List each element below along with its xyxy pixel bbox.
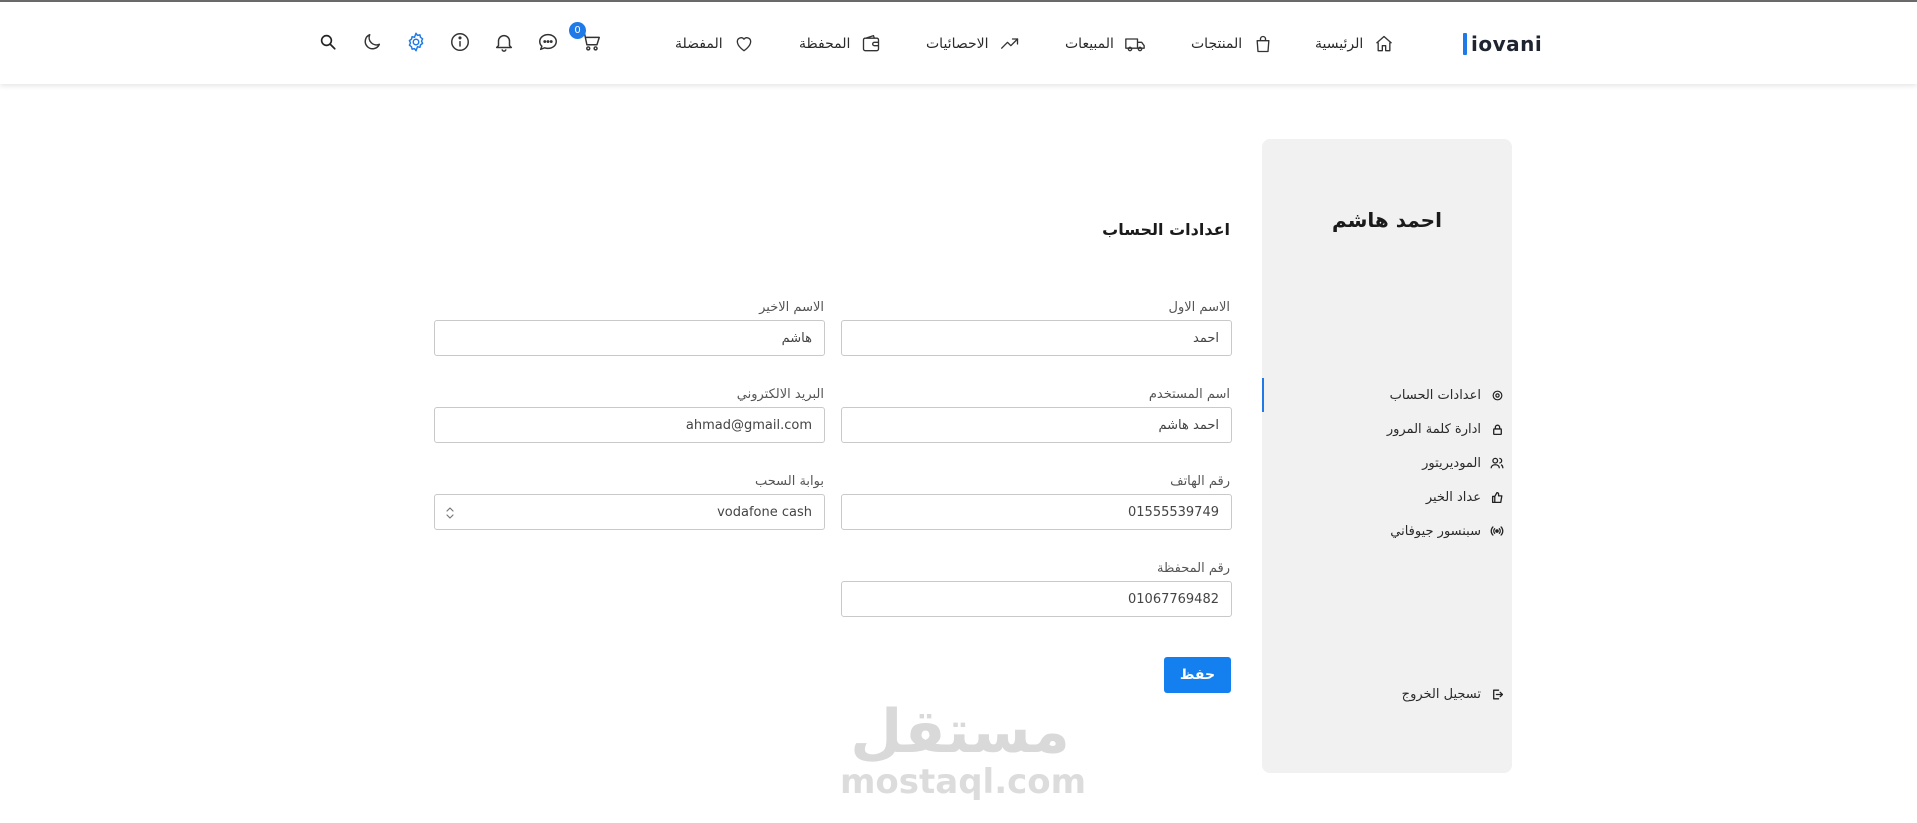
nav-label-wallet: المحفظة (799, 36, 851, 52)
lock-icon (1489, 421, 1505, 437)
sidebar-item-label: سبنسور جيوفاني (1390, 523, 1481, 539)
sidebar-item-label: عداد الخير (1425, 489, 1481, 505)
wallet-number-field[interactable]: 01067769482 (841, 581, 1232, 617)
settings-button[interactable] (403, 31, 429, 57)
sidebar-active-indicator (1262, 378, 1264, 412)
sidebar-item-account-settings[interactable]: اعدادات الحساب (1390, 384, 1505, 406)
email-field[interactable]: ahmad@gmail.com (434, 407, 825, 443)
logo-j-mark (1463, 33, 1467, 55)
dark-mode-toggle[interactable] (359, 31, 385, 57)
gear-icon (1489, 387, 1505, 403)
home-icon (1373, 33, 1395, 55)
watermark-logo: مستقل mostaql.com (840, 697, 1087, 810)
withdraw-gateway-value: vodafone cash (717, 504, 812, 520)
bell-icon (493, 31, 515, 57)
wallet-icon (860, 33, 882, 55)
info-button[interactable] (447, 31, 473, 57)
watermark-latin: mostaql.com (840, 762, 1087, 802)
messages-button[interactable] (535, 31, 561, 57)
nav-label-statistics: الاحصائيات (926, 36, 989, 52)
phone-label: رقم الهاتف (1170, 474, 1230, 489)
nav-item-statistics[interactable]: الاحصائيات (926, 30, 1021, 58)
phone-field[interactable]: 01555539749 (841, 494, 1232, 530)
first-name-label: الاسم الاول (1168, 300, 1230, 315)
broadcast-icon (1489, 523, 1505, 539)
top-navbar: iovani الرئيسية المنتجات المبيعات الاحصا… (0, 2, 1917, 84)
profile-name: احمد هاشم (1332, 208, 1442, 232)
sidebar-item-label: اعدادات الحساب (1389, 387, 1481, 403)
logout-icon (1489, 686, 1505, 702)
sidebar-item-moderators[interactable]: الموديريتور (1422, 452, 1505, 474)
watermark-arabic: مستقل (850, 697, 1070, 767)
withdraw-gateway-select[interactable]: vodafone cash (434, 494, 825, 530)
sidebar-item-label: ادارة كلمة المرور (1386, 421, 1481, 437)
sidebar-item-label: الموديريتور (1422, 455, 1481, 471)
chat-icon (537, 31, 559, 57)
nav-label-sales: المبيعات (1065, 36, 1114, 52)
nav-item-sales[interactable]: المبيعات (1065, 30, 1146, 58)
shopping-bag-icon (1252, 33, 1274, 55)
last-name-label: الاسم الاخير (759, 300, 824, 315)
search-icon (319, 33, 337, 55)
page-title: اعدادات الحساب (1102, 220, 1230, 239)
nav-item-wallet[interactable]: المحفظة (799, 30, 882, 58)
moon-icon (361, 31, 383, 57)
logout-label: تسجيل الخروج (1401, 686, 1481, 702)
users-icon (1489, 455, 1505, 471)
sidebar-item-password[interactable]: ادارة كلمة المرور (1387, 418, 1505, 440)
trending-up-icon (999, 33, 1021, 55)
logout-button[interactable]: تسجيل الخروج (1402, 683, 1505, 705)
heart-icon (733, 33, 755, 55)
withdraw-gateway-label: بوابة السحب (755, 474, 824, 489)
last-name-field[interactable]: هاشم (434, 320, 825, 356)
select-chevrons-icon (445, 505, 455, 521)
gear-icon (405, 31, 427, 57)
sidebar-item-good-counter[interactable]: عداد الخير (1426, 486, 1505, 508)
username-label: اسم المستخدم (1148, 387, 1230, 402)
sidebar-item-sponsor[interactable]: سبنسور جيوفاني (1390, 520, 1505, 542)
nav-label-favorites: المفضلة (675, 36, 723, 52)
username-field[interactable]: احمد هاشم (841, 407, 1232, 443)
wallet-number-label: رقم المحفظة (1157, 561, 1230, 576)
nav-item-home[interactable]: الرئيسية (1315, 30, 1395, 58)
info-icon (449, 31, 471, 57)
nav-label-products: المنتجات (1191, 36, 1243, 52)
nav-label-home: الرئيسية (1315, 36, 1364, 52)
nav-item-favorites[interactable]: المفضلة (675, 30, 755, 58)
first-name-field[interactable]: احمد (841, 320, 1232, 356)
truck-icon (1124, 33, 1146, 55)
notifications-button[interactable] (491, 31, 517, 57)
logo[interactable]: iovani (1463, 29, 1543, 59)
email-label: البريد الالكتروني (736, 387, 824, 402)
nav-item-products[interactable]: المنتجات (1191, 30, 1274, 58)
search-button[interactable] (315, 31, 341, 57)
cart-count-badge: 0 (569, 22, 586, 39)
save-button[interactable]: حفظ (1164, 657, 1231, 693)
logo-text: iovani (1471, 32, 1543, 56)
thumbs-up-icon (1489, 489, 1505, 505)
